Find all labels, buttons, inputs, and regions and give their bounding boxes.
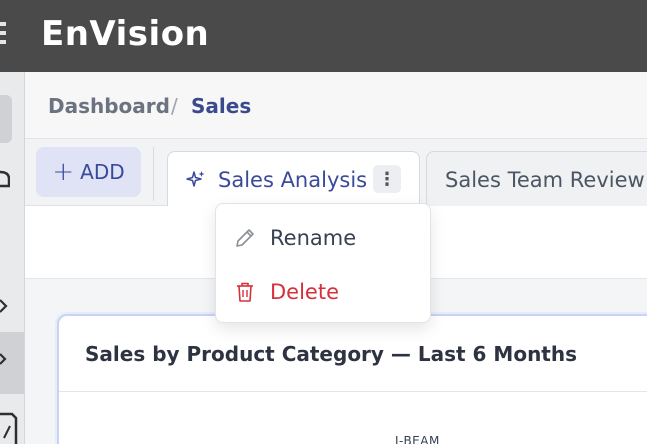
hamburger-menu-icon[interactable] (0, 22, 6, 49)
tab-menu-kebab-icon[interactable]: ⋮ (373, 165, 401, 193)
chart-card: Sales by Product Category — Last 6 Month… (57, 314, 647, 444)
tab-context-menu: Rename Delete (215, 203, 431, 323)
breadcrumb: Dashboard / Sales (25, 72, 647, 139)
plus-icon: + (52, 157, 75, 187)
tab-sales-team-review[interactable]: Sales Team Review (426, 151, 647, 207)
rename-label: Rename (270, 226, 357, 250)
nav-icon-document[interactable] (0, 410, 18, 444)
breadcrumb-sales: Sales (191, 94, 252, 118)
app-title: EnVision (41, 14, 210, 54)
nav-icon[interactable] (0, 166, 10, 192)
add-button-label: ADD (80, 160, 125, 184)
sparkle-icon (186, 170, 206, 190)
nav-item-active[interactable] (0, 95, 12, 143)
nav-icon-arrow[interactable] (0, 292, 10, 318)
nav-icon-chevron (0, 353, 7, 365)
tab-label: Sales Team Review (445, 167, 645, 192)
delete-menu-item[interactable]: Delete (216, 267, 430, 317)
chart-title: Sales by Product Category — Last 6 Month… (85, 342, 578, 366)
nav-item-selected[interactable] (0, 332, 24, 394)
pencil-icon (233, 226, 263, 250)
add-button[interactable]: + ADD (36, 147, 141, 197)
tab-sales-analysis[interactable]: Sales Analysis ⋮ (167, 151, 420, 207)
chart-partial-label: I-BEAM (395, 434, 440, 444)
breadcrumb-separator: / (171, 94, 178, 118)
app-header: EnVision (25, 0, 647, 72)
breadcrumb-dashboard[interactable]: Dashboard (48, 94, 170, 118)
trash-icon (233, 280, 263, 304)
rename-menu-item[interactable]: Rename (216, 213, 430, 263)
rail-header (0, 0, 25, 72)
tab-label: Sales Analysis (218, 167, 368, 192)
card-divider (59, 391, 647, 392)
divider (153, 147, 154, 201)
tab-bar: + ADD Sales Analysis ⋮ Sales Team Review (25, 139, 647, 207)
delete-label: Delete (270, 280, 339, 304)
